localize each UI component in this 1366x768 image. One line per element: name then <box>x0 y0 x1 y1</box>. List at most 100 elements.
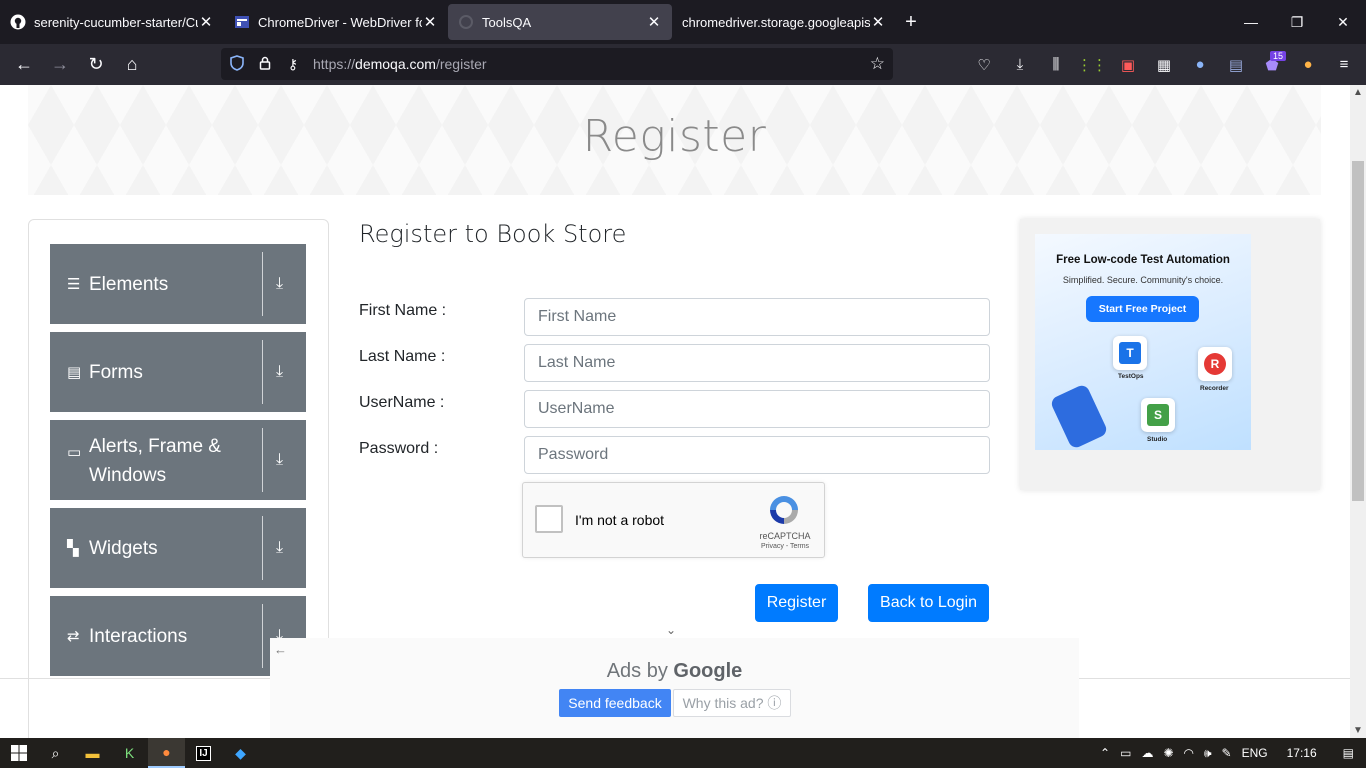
download-arrow-icon[interactable]: ⤓ <box>276 244 283 324</box>
chevron-up-icon[interactable]: ⌃ <box>1095 746 1115 760</box>
fox-extension-icon[interactable]: ● <box>1290 49 1326 81</box>
close-window-icon[interactable]: ✕ <box>1320 0 1366 44</box>
username-input[interactable] <box>524 390 990 428</box>
password-input[interactable] <box>524 436 990 474</box>
battery-icon[interactable]: ▭ <box>1115 746 1136 760</box>
pocket-icon[interactable]: ♡ <box>966 49 1002 81</box>
close-tab-icon[interactable]: ✕ <box>422 13 438 31</box>
close-tab-icon[interactable]: ✕ <box>198 13 214 31</box>
tab-chromedriver-storage[interactable]: chromedriver.storage.googleapis.co ✕ <box>672 0 896 44</box>
tab-title: serenity-cucumber-starter/Cuc <box>34 14 198 30</box>
intellij-icon[interactable]: IJ <box>185 738 222 768</box>
ad-creative[interactable]: Free Low-code Test Automation Simplified… <box>1035 234 1251 450</box>
separator <box>262 516 263 580</box>
close-tab-icon[interactable]: ✕ <box>870 13 886 31</box>
notifications-icon[interactable]: ▤ <box>1331 746 1366 760</box>
tab-toolsqa[interactable]: ToolsQA ✕ <box>448 4 672 40</box>
sidebar-group-alerts[interactable]: ▭ Alerts, Frame & Windows ⤓ <box>50 420 306 500</box>
windows-start-icon[interactable] <box>0 738 37 768</box>
download-arrow-icon[interactable]: ⤓ <box>276 332 283 412</box>
sidebar-group-label: Alerts, Frame & Windows <box>89 436 221 486</box>
send-feedback-button[interactable]: Send feedback <box>559 689 671 717</box>
key-icon[interactable]: ⚷ <box>279 56 307 73</box>
sidebar-group-interactions[interactable]: ⇄ Interactions ⤓ <box>50 596 306 676</box>
recaptcha-links[interactable]: Privacy - Terms <box>755 543 815 550</box>
red-extension-icon[interactable]: ▣ <box>1110 49 1146 81</box>
sidebar-group-label: Widgets <box>89 537 158 559</box>
shield-icon[interactable] <box>223 54 251 74</box>
github-icon <box>10 14 26 30</box>
katalon-icon[interactable]: K <box>111 738 148 768</box>
sidebar-group-widgets[interactable]: ▚ Widgets ⤓ <box>50 508 306 588</box>
window-controls: — ❐ ✕ <box>1228 0 1366 44</box>
cursor-extension-icon[interactable]: ● <box>1182 49 1218 81</box>
new-tab-button[interactable]: + <box>896 11 926 34</box>
username-label: UserName : <box>359 394 445 411</box>
recorder-icon: R <box>1198 347 1232 381</box>
download-icon[interactable]: ⤓ <box>1002 49 1038 81</box>
chromedriver-icon <box>234 14 250 30</box>
scroll-up-icon[interactable]: ▲ <box>1350 87 1366 98</box>
back-to-login-button[interactable]: Back to Login <box>868 584 989 622</box>
clock[interactable]: 17:16 <box>1273 746 1331 760</box>
page-banner: Register <box>28 85 1321 195</box>
sidebar-group-elements[interactable]: ☰ Elements ⤓ <box>50 244 306 324</box>
studio-icon: S <box>1141 398 1175 432</box>
ads-by-google: Ads by Google <box>606 660 743 682</box>
restore-icon[interactable]: ❐ <box>1274 0 1320 44</box>
sidebar-group-forms[interactable]: ▤ Forms ⤓ <box>50 332 306 412</box>
side-advertisement[interactable]: Free Low-code Test Automation Simplified… <box>1020 219 1320 490</box>
equalizer-extension-icon[interactable]: ⋮⋮ <box>1074 49 1110 81</box>
library-icon[interactable]: ⫼ <box>1038 49 1074 81</box>
auto-test-extension-icon[interactable]: ▤ <box>1218 49 1254 81</box>
minimize-icon[interactable]: — <box>1228 0 1274 44</box>
first-name-input[interactable] <box>524 298 990 336</box>
back-arrow-icon[interactable]: ← <box>6 49 42 81</box>
volume-icon[interactable]: 🕪 <box>1199 746 1217 761</box>
recaptcha-checkbox[interactable] <box>535 505 563 533</box>
file-explorer-icon[interactable]: ▬ <box>74 738 111 768</box>
browser-tab-strip: serenity-cucumber-starter/Cuc ✕ ChromeDr… <box>0 0 1366 44</box>
scroll-thumb[interactable] <box>1352 161 1364 501</box>
address-bar[interactable]: ⚷ https://demoqa.com/register ☆ <box>221 48 893 80</box>
bookmark-star-icon[interactable]: ☆ <box>870 54 885 74</box>
reload-icon[interactable]: ↻ <box>78 49 114 81</box>
separator <box>262 604 263 668</box>
tab-title: ChromeDriver - WebDriver for C <box>258 14 422 30</box>
register-button[interactable]: Register <box>755 584 838 622</box>
grid-extension-icon[interactable]: ▦ <box>1146 49 1182 81</box>
vscode-icon[interactable]: ◆ <box>222 738 259 768</box>
pen-icon[interactable]: ✎ <box>1217 746 1237 760</box>
last-name-input[interactable] <box>524 344 990 382</box>
download-arrow-icon[interactable]: ⤓ <box>276 420 283 500</box>
ublock-extension-icon[interactable]: ⬟ 15 <box>1254 49 1290 81</box>
recaptcha-brand: reCAPTCHA <box>759 531 811 541</box>
menu-hamburger-icon[interactable]: ≡ <box>1326 49 1362 81</box>
navigation-toolbar: ← → ↻ ⌂ ⚷ https://demoqa.com/register ☆ … <box>0 44 1366 85</box>
lock-icon[interactable] <box>251 56 279 73</box>
brightness-icon[interactable]: ✺ <box>1158 746 1178 760</box>
tab-chromedriver[interactable]: ChromeDriver - WebDriver for C ✕ <box>224 0 448 44</box>
tab-serenity[interactable]: serenity-cucumber-starter/Cuc ✕ <box>0 0 224 44</box>
close-tab-icon[interactable]: ✕ <box>646 13 662 31</box>
download-arrow-icon[interactable]: ⤓ <box>276 508 283 588</box>
page-scrollbar[interactable]: ▲ ▼ <box>1350 85 1366 738</box>
tab-title: ToolsQA <box>482 14 532 30</box>
ad-footer: ← Ads by Google Send feedback Why this a… <box>270 638 1079 738</box>
back-arrow-icon[interactable]: ← <box>274 642 287 657</box>
ad-cta-button[interactable]: Start Free Project <box>1086 296 1199 322</box>
cloud-icon[interactable]: ☁ <box>1136 746 1158 760</box>
home-icon[interactable]: ⌂ <box>114 49 150 81</box>
ad-subline: Simplified. Secure. Community's choice. <box>1062 275 1224 285</box>
language-indicator[interactable]: ENG <box>1237 746 1273 760</box>
recaptcha-logo-icon <box>770 496 798 524</box>
chevron-down-icon[interactable]: ⌄ <box>666 623 676 637</box>
wifi-icon[interactable]: ◠ <box>1179 746 1199 760</box>
recaptcha-label: I'm not a robot <box>575 512 665 528</box>
forward-arrow-icon[interactable]: → <box>42 49 78 81</box>
page-title: Register <box>582 111 767 162</box>
search-icon[interactable]: ⌕ <box>37 738 74 768</box>
scroll-down-icon[interactable]: ▼ <box>1350 725 1366 736</box>
firefox-icon[interactable]: ● <box>148 738 185 768</box>
why-this-ad-button[interactable]: Why this ad? ⓘ <box>673 689 791 717</box>
